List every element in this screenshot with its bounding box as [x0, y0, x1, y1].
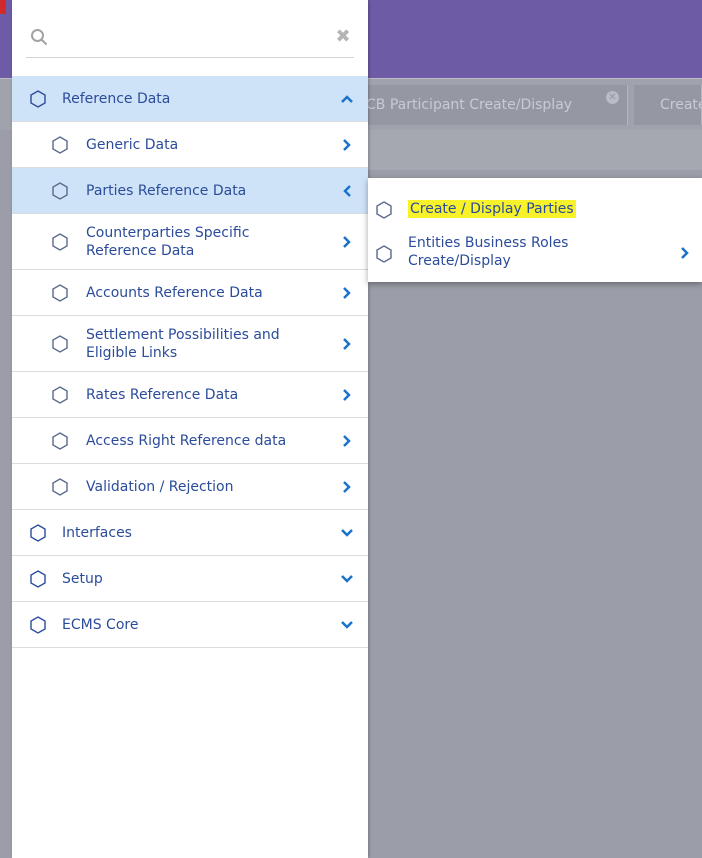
menu-item-label: Counterparties Specific Reference Data — [86, 225, 250, 259]
menu-item-label: Settlement Possibilities and Eligible Li… — [86, 327, 280, 361]
chevron-down-icon[interactable] — [340, 572, 354, 586]
submenu-item-label: Create / Display Parties — [408, 200, 576, 218]
menu-item-label: ECMS Core — [62, 617, 139, 633]
chevron-down-icon[interactable] — [340, 526, 354, 540]
tab-label: CB Participant Create/Display — [366, 97, 573, 113]
hexagon-icon — [30, 90, 46, 108]
submenu-item-label: Entities Business Roles Create/Display — [408, 235, 569, 269]
hexagon-icon — [30, 570, 46, 588]
search-bar: ✖ — [26, 18, 354, 58]
hexagon-icon — [52, 182, 68, 200]
hexagon-icon — [30, 616, 46, 634]
hexagon-icon — [52, 233, 68, 251]
menu-item-generic-data[interactable]: Generic Data — [12, 122, 368, 168]
search-input[interactable] — [56, 26, 326, 50]
toolbar-strip — [368, 130, 702, 170]
hexagon-icon — [52, 284, 68, 302]
menu-item-label: Access Right Reference data — [86, 433, 287, 449]
menu-item-interfaces[interactable]: Interfaces — [12, 510, 368, 556]
search-icon — [31, 29, 47, 45]
close-icon[interactable]: ✕ — [606, 91, 619, 104]
chevron-right-icon[interactable] — [340, 388, 354, 402]
menu-item-settlement-possibilities[interactable]: Settlement Possibilities and Eligible Li… — [12, 316, 368, 372]
submenu-item-create-display-parties[interactable]: Create / Display Parties — [368, 186, 702, 226]
tab-label: Create — [660, 97, 702, 113]
hexagon-icon — [52, 335, 68, 353]
chevron-right-icon[interactable] — [340, 434, 354, 448]
hexagon-icon — [52, 386, 68, 404]
menu-item-label: Setup — [62, 571, 103, 587]
menu-item-label: Rates Reference Data — [86, 387, 239, 403]
hexagon-icon — [376, 245, 392, 263]
chevron-down-icon[interactable] — [340, 618, 354, 632]
menu-item-parties-reference-data[interactable]: Parties Reference Data — [12, 168, 368, 214]
hexagon-icon — [52, 432, 68, 450]
submenu-flyout: Create / Display Parties Entities Busine… — [368, 178, 702, 282]
menu-item-accounts-reference-data[interactable]: Accounts Reference Data — [12, 270, 368, 316]
menu-item-ecms-core[interactable]: ECMS Core — [12, 602, 368, 648]
menu-item-label: Parties Reference Data — [86, 183, 247, 199]
menu-item-label: Interfaces — [62, 525, 132, 541]
menu-item-validation-rejection[interactable]: Validation / Rejection — [12, 464, 368, 510]
menu-item-reference-data[interactable]: Reference Data — [12, 76, 368, 122]
menu-item-label: Reference Data — [62, 91, 171, 107]
menu-item-label: Validation / Rejection — [86, 479, 234, 495]
chevron-right-icon[interactable] — [340, 337, 354, 351]
hexagon-icon — [376, 201, 392, 219]
hexagon-icon — [52, 136, 68, 154]
submenu-item-entities-business-roles[interactable]: Entities Business Roles Create/Display — [368, 228, 702, 276]
clear-search-icon[interactable]: ✖ — [332, 26, 354, 48]
hexagon-icon — [52, 478, 68, 496]
app-accent-mark — [0, 0, 6, 14]
menu-item-counterparties-reference-data[interactable]: Counterparties Specific Reference Data — [12, 214, 368, 270]
tab-create[interactable]: Create — [634, 85, 702, 125]
navigation-sidebar: ✖ Reference Data Generic Data Parties Re… — [12, 0, 368, 858]
menu-item-label: Generic Data — [86, 137, 179, 153]
menu-item-label: Accounts Reference Data — [86, 285, 263, 301]
menu-item-rates-reference-data[interactable]: Rates Reference Data — [12, 372, 368, 418]
chevron-right-icon[interactable] — [340, 480, 354, 494]
hexagon-icon — [30, 524, 46, 542]
chevron-right-icon[interactable] — [340, 138, 354, 152]
chevron-up-icon[interactable] — [340, 92, 354, 106]
navigation-menu: Reference Data Generic Data Parties Refe… — [12, 76, 368, 648]
chevron-right-icon[interactable] — [340, 286, 354, 300]
chevron-right-icon[interactable] — [678, 246, 692, 260]
tab-cb-participant[interactable]: CB Participant Create/Display ✕ — [360, 85, 628, 125]
menu-item-setup[interactable]: Setup — [12, 556, 368, 602]
chevron-right-icon[interactable] — [340, 235, 354, 249]
chevron-left-icon[interactable] — [340, 184, 354, 198]
menu-item-access-right-reference-data[interactable]: Access Right Reference data — [12, 418, 368, 464]
